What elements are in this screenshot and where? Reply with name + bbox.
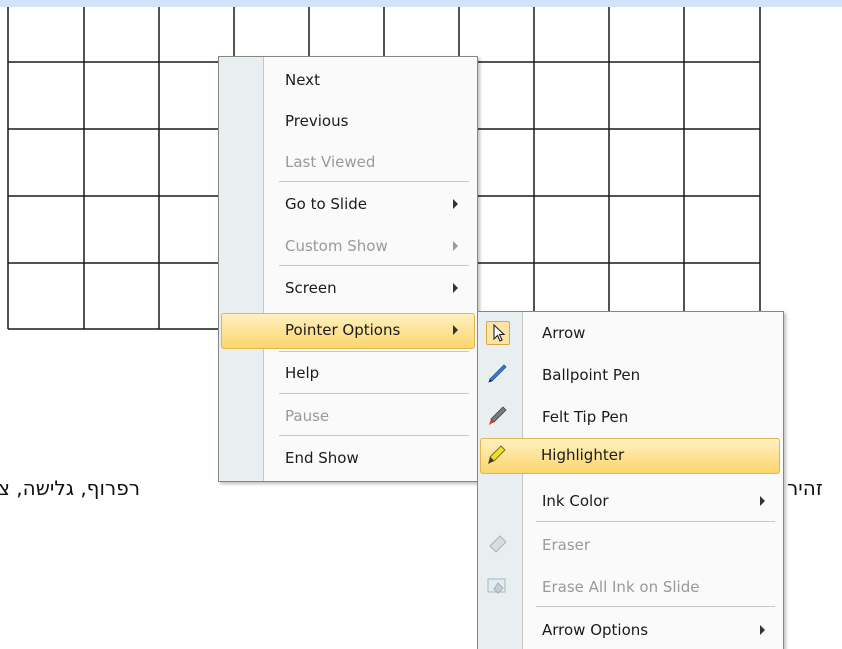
menu-item-previous[interactable]: Previous bbox=[221, 104, 475, 138]
menu-item-eraser[interactable]: Eraser bbox=[480, 528, 781, 562]
erase-all-icon bbox=[486, 575, 508, 597]
menu-separator bbox=[536, 521, 775, 522]
arrow-cursor-icon bbox=[486, 321, 510, 345]
slide-body-text-fragment: זהיר bbox=[787, 476, 823, 500]
felt-tip-pen-icon bbox=[486, 405, 508, 427]
slideshow-context-menu: Next Previous Last Viewed Go to Slide Cu… bbox=[218, 56, 478, 482]
menu-item-ballpoint-pen[interactable]: Ballpoint Pen bbox=[480, 358, 781, 392]
menu-item-go-to-slide[interactable]: Go to Slide bbox=[221, 187, 475, 221]
menu-item-pointer-options[interactable]: Pointer Options bbox=[221, 313, 475, 349]
menu-item-ink-color[interactable]: Ink Color bbox=[480, 484, 781, 518]
submenu-arrow-icon bbox=[760, 625, 765, 635]
slide-body-text: רפרוף, גלישה, צ'אט. bbox=[0, 476, 140, 500]
menu-separator bbox=[279, 265, 469, 266]
menu-item-felt-tip-pen[interactable]: Felt Tip Pen bbox=[480, 400, 781, 434]
menu-separator bbox=[536, 606, 775, 607]
menu-item-end-show[interactable]: End Show bbox=[221, 441, 475, 475]
menu-item-arrow-options[interactable]: Arrow Options bbox=[480, 613, 781, 647]
menu-item-next[interactable]: Next bbox=[221, 63, 475, 97]
submenu-arrow-icon bbox=[453, 283, 458, 293]
menu-item-custom-show[interactable]: Custom Show bbox=[221, 229, 475, 263]
menu-separator bbox=[279, 181, 469, 182]
ballpoint-pen-icon bbox=[486, 363, 508, 385]
menu-item-highlighter[interactable]: Highlighter bbox=[480, 438, 780, 474]
highlighter-icon bbox=[485, 444, 507, 466]
menu-item-arrow[interactable]: Arrow bbox=[480, 316, 781, 350]
eraser-icon bbox=[486, 533, 508, 555]
menu-item-screen[interactable]: Screen bbox=[221, 271, 475, 305]
menu-separator bbox=[279, 351, 469, 352]
menu-separator bbox=[279, 393, 469, 394]
submenu-arrow-icon bbox=[453, 241, 458, 251]
menu-separator bbox=[279, 435, 469, 436]
menu-item-last-viewed[interactable]: Last Viewed bbox=[221, 145, 475, 179]
menu-item-pause[interactable]: Pause bbox=[221, 399, 475, 433]
submenu-arrow-icon bbox=[453, 199, 458, 209]
menu-item-help[interactable]: Help bbox=[221, 356, 475, 390]
menu-item-erase-all-ink[interactable]: Erase All Ink on Slide bbox=[480, 570, 781, 604]
submenu-arrow-icon bbox=[453, 325, 458, 335]
submenu-arrow-icon bbox=[760, 496, 765, 506]
pointer-options-submenu: Arrow Ballpoint Pen Felt Tip Pen Highlig… bbox=[477, 311, 784, 649]
